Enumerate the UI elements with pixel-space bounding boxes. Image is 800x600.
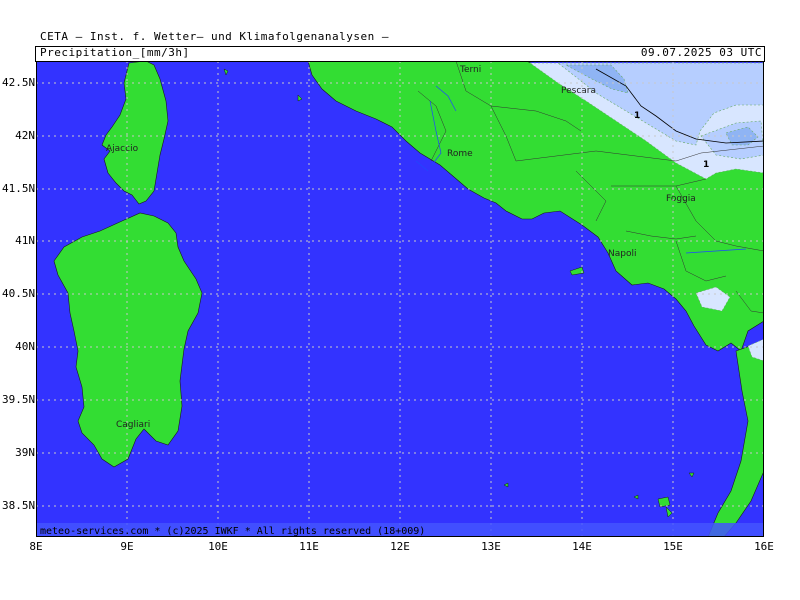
lat-tick-40-5: 40.5N bbox=[2, 287, 36, 300]
lat-tick-40: 40N bbox=[15, 340, 35, 353]
parameter-label: Precipitation_[mm/3h] bbox=[40, 46, 190, 59]
lon-tick-16e: 16E bbox=[754, 540, 774, 553]
lat-tick-39: 39N bbox=[15, 446, 35, 459]
contour-label-1: 1 bbox=[634, 111, 640, 121]
city-napoli: Napoli bbox=[608, 249, 636, 259]
city-pescara: Pescara bbox=[561, 86, 596, 96]
city-rome: Rome bbox=[447, 149, 473, 159]
city-ajaccio: Ajaccio bbox=[106, 144, 139, 154]
lon-tick-9e: 9E bbox=[120, 540, 134, 553]
lat-tick-38-5: 38.5N bbox=[2, 499, 36, 512]
lon-tick-8e: 8E bbox=[29, 540, 43, 553]
city-cagliari: Cagliari bbox=[116, 420, 150, 430]
city-foggia: Foggia bbox=[666, 194, 696, 204]
lon-tick-13e: 13E bbox=[481, 540, 501, 553]
lon-tick-10e: 10E bbox=[208, 540, 228, 553]
lat-tick-41: 41N bbox=[15, 234, 35, 247]
city-terni: Terni bbox=[459, 65, 481, 75]
precipitation-map: 1 1 Terni Pescara Rome Foggia Napoli Aja… bbox=[36, 61, 764, 537]
valid-datetime: 09.07.2025 03 UTC bbox=[640, 46, 762, 59]
contour-label-2: 1 bbox=[703, 160, 709, 170]
lon-tick-14e: 14E bbox=[572, 540, 592, 553]
copyright-credit: meteo-services.com * (c)2025 IWKF * All … bbox=[40, 526, 426, 537]
lat-tick-42-5: 42.5N bbox=[2, 76, 36, 89]
lon-tick-11e: 11E bbox=[299, 540, 319, 553]
lat-tick-41-5: 41.5N bbox=[2, 182, 36, 195]
institute-title: CETA — Inst. f. Wetter— und Klimafolgena… bbox=[40, 30, 390, 43]
lon-tick-12e: 12E bbox=[390, 540, 410, 553]
lat-tick-39-5: 39.5N bbox=[2, 393, 36, 406]
lon-tick-15e: 15E bbox=[663, 540, 683, 553]
lat-tick-42: 42N bbox=[15, 129, 35, 142]
